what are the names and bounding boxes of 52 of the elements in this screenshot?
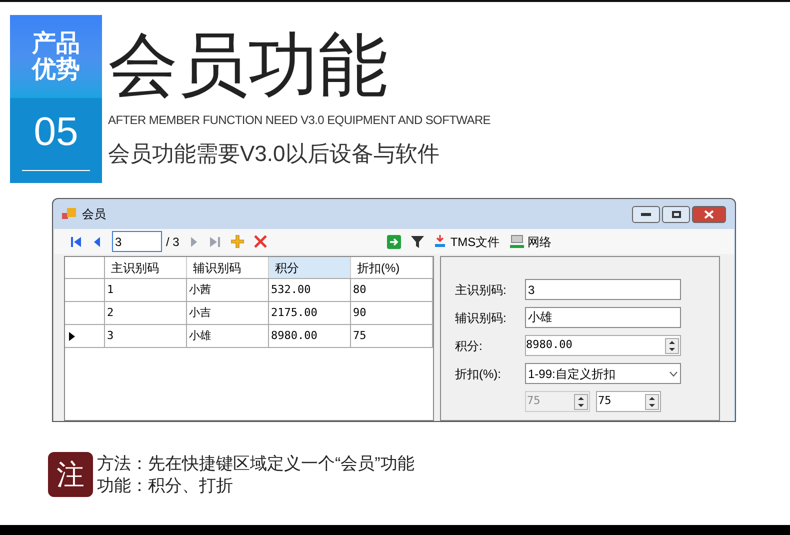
maximize-button[interactable] (662, 206, 690, 222)
field-label: 积分: (455, 338, 484, 354)
dropdown[interactable]: 1-99:自定义折扣 (525, 363, 681, 384)
text-field[interactable]: 小雄 (525, 307, 681, 328)
column-header[interactable]: 积分 (269, 257, 351, 278)
computer-icon (510, 235, 524, 248)
page-title: 会员功能 (108, 25, 389, 105)
table-cell: 2 (105, 302, 187, 324)
table-cell: 532.00 (269, 279, 351, 301)
spin-arrows-icon[interactable] (645, 394, 659, 410)
close-button[interactable] (692, 206, 726, 222)
table-cell: 75 (351, 325, 433, 347)
english-subtitle: AFTER MEMBER FUNCTION NEED V3.0 EQUIPMENT AND SOFTWARE (108, 112, 491, 129)
table-cell: 2175.00 (269, 302, 351, 324)
table-cell: 80 (351, 279, 433, 301)
previous-record-icon[interactable] (92, 236, 102, 248)
table-cell: 1 (105, 279, 187, 301)
badge-title: 产品优势 (30, 30, 81, 82)
spin-arrows-icon[interactable] (665, 338, 679, 354)
field-label: 折扣(%): (455, 366, 502, 382)
download-icon (434, 234, 446, 248)
note-badge: 注 (48, 452, 93, 497)
network-button[interactable]: 网络 (510, 232, 552, 250)
number-field[interactable]: 75 (596, 391, 661, 412)
arrow-icon[interactable] (387, 234, 402, 248)
badge-number: 05 (34, 110, 78, 154)
table-cell: 小吉 (187, 302, 269, 324)
add-icon[interactable] (231, 235, 244, 248)
table-cell: 小雄 (187, 325, 269, 347)
record-number-field[interactable]: 3 (112, 231, 162, 252)
current-row-icon (69, 332, 75, 340)
minimize-button[interactable] (632, 206, 660, 222)
field-label: 辅识别码: (455, 310, 508, 326)
number-field[interactable]: 8980.00 (525, 335, 681, 356)
text-field[interactable]: 3 (525, 279, 681, 300)
chinese-subtitle: 会员功能需要V3.0以后设备与软件 (108, 140, 440, 168)
table-cell: 90 (351, 302, 433, 324)
chevron-icon (669, 370, 678, 376)
delete-icon[interactable] (254, 235, 268, 248)
note-text: 功能：积分、打折 (97, 474, 234, 496)
record-total: / 3 (166, 234, 180, 250)
table-cell: 8980.00 (269, 325, 351, 347)
first-record-icon[interactable] (70, 236, 82, 248)
note-text: 方法：先在快捷键区域定义一个“会员”功能 (97, 452, 414, 474)
tms-file-button[interactable]: TMS文件 (434, 232, 500, 250)
field-label: 主识别码: (455, 282, 508, 298)
table-cell: 3 (105, 325, 187, 347)
window-icon (62, 208, 76, 220)
window-title: 会员 (82, 206, 106, 223)
close-icon (704, 210, 714, 218)
filter-icon[interactable] (411, 236, 424, 248)
table-cell: 小茜 (187, 279, 269, 301)
